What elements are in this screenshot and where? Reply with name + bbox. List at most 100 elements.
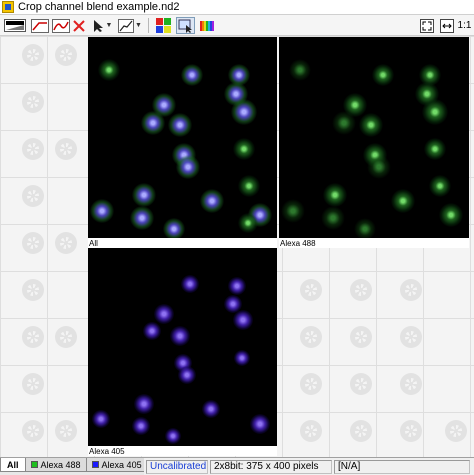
green-channel-image[interactable]: [279, 37, 469, 238]
cell: [321, 206, 345, 230]
cancel-crop-icon[interactable]: [72, 17, 86, 34]
watermark-logo-icon: [22, 420, 44, 442]
cell: [424, 138, 446, 160]
cell: [228, 277, 246, 295]
cell: [163, 218, 185, 238]
cell: [332, 111, 356, 135]
watermark-logo-icon: [300, 373, 322, 395]
cell: [439, 203, 463, 227]
watermark-logo-icon: [22, 138, 44, 160]
cell: [429, 175, 451, 197]
cell: [231, 99, 257, 125]
cell: [367, 155, 391, 179]
status-bar: Uncalibrated 2x8bit: 375 x 400 pixels [N…: [144, 457, 474, 475]
watermark-logo-icon: [22, 91, 44, 113]
cell: [422, 99, 448, 125]
cell: [289, 59, 311, 81]
roi-select-icon[interactable]: [176, 17, 195, 34]
cell: [176, 155, 200, 179]
cell: [132, 183, 156, 207]
cell: [250, 414, 270, 434]
merged-image[interactable]: [88, 37, 277, 238]
blue-channel-image[interactable]: [88, 248, 277, 446]
channel-color-swatch: [91, 461, 99, 468]
cell: [391, 189, 415, 213]
cell: [238, 213, 258, 233]
cell: [238, 175, 260, 197]
cell: [130, 206, 154, 230]
cell: [354, 218, 376, 238]
cell: [98, 59, 120, 81]
title-bar: Crop channel blend example.nd2: [0, 0, 474, 15]
watermark-logo-icon: [22, 44, 44, 66]
watermark-logo-icon: [22, 326, 44, 348]
watermark-logo-icon: [55, 420, 77, 442]
fit-width-icon[interactable]: [438, 17, 455, 34]
zoom-1to1-icon[interactable]: 1:1: [456, 17, 473, 34]
cell: [234, 350, 250, 366]
watermark-logo-icon: [22, 279, 44, 301]
watermark-logo-icon: [350, 373, 372, 395]
tab-alexa-488[interactable]: Alexa 488: [24, 458, 87, 472]
watermark-logo-icon: [350, 326, 372, 348]
watermark-logo-icon: [350, 279, 372, 301]
watermark-logo-icon: [400, 373, 422, 395]
cell: [154, 304, 174, 324]
watermark-logo-icon: [445, 420, 467, 442]
cell: [170, 326, 190, 346]
watermark-logo-icon: [300, 326, 322, 348]
panel-alexa-405[interactable]: Alexa 405: [88, 248, 277, 456]
view-icon[interactable]: [3, 17, 27, 34]
panel-label: Alexa 488: [280, 239, 316, 248]
watermark-logo-icon: [22, 373, 44, 395]
tab-label: Alexa 488: [40, 459, 81, 470]
cell: [281, 199, 305, 223]
image-info: 2x8bit: 375 x 400 pixels: [210, 459, 332, 474]
chevron-down-icon[interactable]: ▼: [106, 22, 113, 29]
chevron-down-icon[interactable]: ▼: [135, 22, 142, 29]
cell: [359, 113, 383, 137]
cell: [372, 64, 394, 86]
tab-alexa-405[interactable]: Alexa 405: [85, 458, 148, 472]
fit-to-screen-icon[interactable]: [418, 17, 435, 34]
channels-grid-icon[interactable]: [155, 17, 173, 34]
zoom-icon[interactable]: [30, 17, 49, 34]
cell: [323, 183, 347, 207]
cell: [233, 310, 253, 330]
window-title: Crop channel blend example.nd2: [18, 1, 180, 13]
cell: [165, 428, 181, 444]
calibration-status[interactable]: Uncalibrated: [146, 459, 208, 474]
tab-all[interactable]: All: [0, 458, 26, 472]
channel-tabs: All Alexa 488 Alexa 405: [0, 457, 148, 475]
toolbar-separator: [148, 18, 149, 33]
cell: [90, 199, 114, 223]
cell: [143, 322, 161, 340]
cell: [132, 417, 150, 435]
app-icon: [2, 1, 14, 13]
channel-color-swatch: [30, 461, 38, 468]
watermark-logo-icon: [22, 185, 44, 207]
panel-alexa-488[interactable]: Alexa 488: [279, 37, 469, 248]
cell: [200, 189, 224, 213]
pointer-icon[interactable]: ▼: [91, 17, 113, 34]
watermark-logo-icon: [400, 326, 422, 348]
watermark-logo-icon: [350, 420, 372, 442]
cell: [181, 275, 199, 293]
color-bars-icon[interactable]: [198, 17, 215, 34]
lut-icon[interactable]: ▼: [118, 17, 142, 34]
cell: [202, 400, 220, 418]
panel-all[interactable]: All: [88, 37, 277, 248]
curve-icon[interactable]: [51, 17, 70, 34]
image-view[interactable]: All Alexa 488 Alexa 405: [0, 36, 474, 457]
tab-label: Alexa 405: [101, 459, 142, 470]
watermark-logo-icon: [22, 232, 44, 254]
watermark-logo-icon: [400, 420, 422, 442]
panel-label: All: [89, 239, 98, 248]
tab-label: All: [7, 459, 19, 470]
watermark-logo-icon: [55, 232, 77, 254]
cell: [168, 113, 192, 137]
watermark-logo-icon: [300, 279, 322, 301]
watermark-logo-icon: [400, 279, 422, 301]
panel-label: Alexa 405: [89, 447, 125, 456]
cell: [181, 64, 203, 86]
